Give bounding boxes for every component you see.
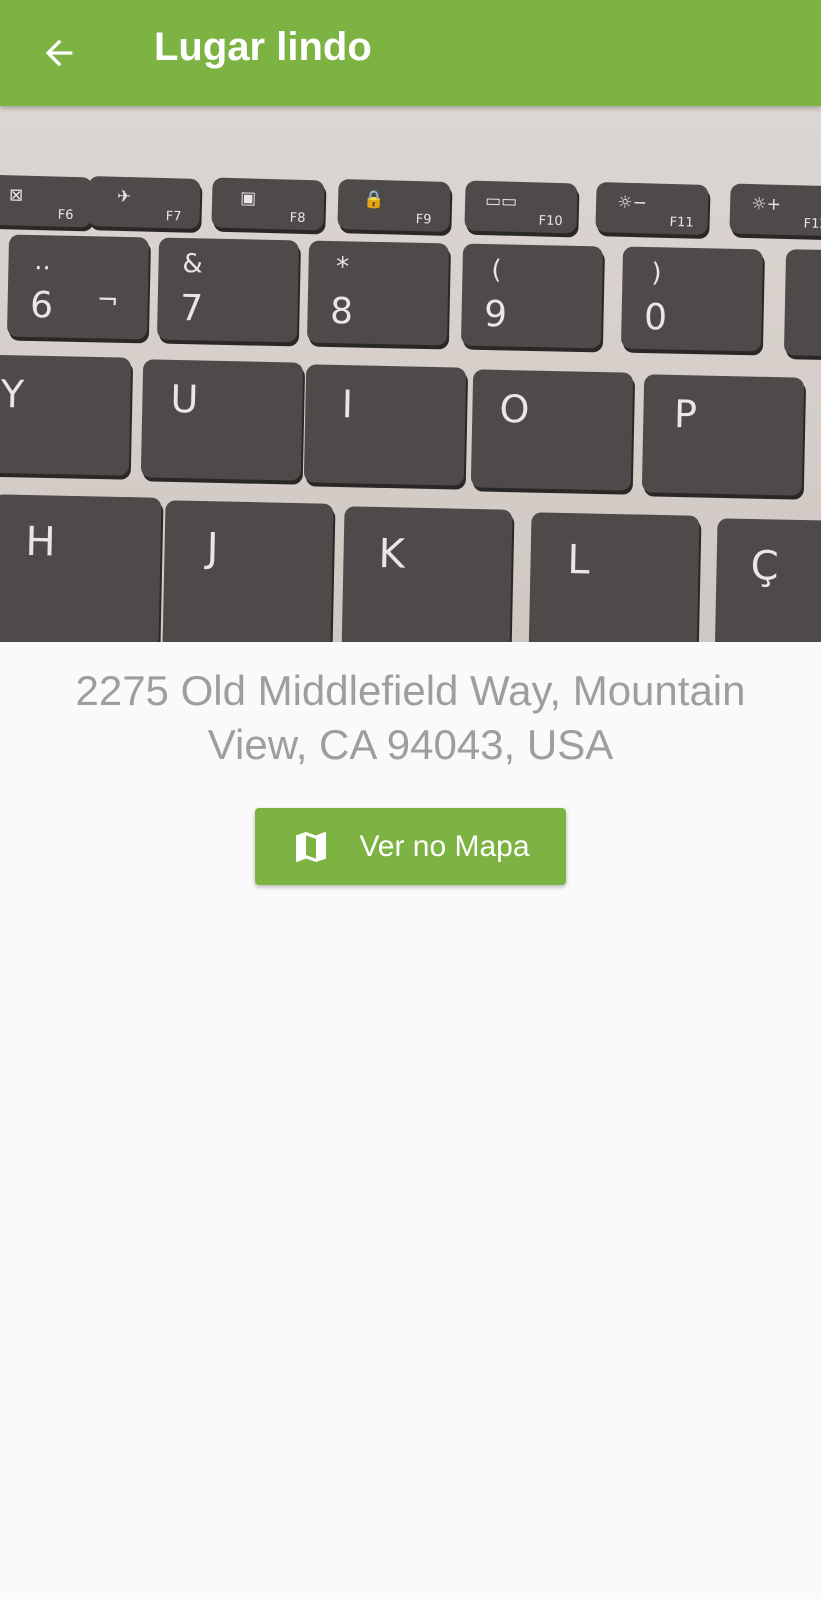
letter-key: U xyxy=(140,359,305,485)
map-icon xyxy=(291,827,331,867)
number-key-digit: 7 xyxy=(180,288,204,329)
page-title: Lugar lindo xyxy=(154,25,372,69)
fn-key: ▣ F8 xyxy=(211,177,327,235)
letter-key: I xyxy=(303,364,468,490)
fn-key-label: F6 xyxy=(58,208,74,223)
number-key-digit: 6 xyxy=(30,285,54,326)
letter-key-legend: Ç xyxy=(750,543,779,590)
letter-key: Ç xyxy=(714,518,821,642)
number-key-digit: 0 xyxy=(644,297,668,338)
app-bar: Lugar lindo xyxy=(0,0,821,106)
letter-key-legend: O xyxy=(499,387,530,432)
fn-key-glyph: ▣ xyxy=(240,188,257,208)
fn-key-label: F12 xyxy=(803,216,821,232)
letter-key: L xyxy=(528,512,702,642)
fn-key: 🔒 F9 xyxy=(337,179,453,236)
fn-key: ▭▭ F10 xyxy=(464,180,580,238)
fn-key-label: F7 xyxy=(166,209,182,224)
fn-key-label: F9 xyxy=(416,212,432,227)
letter-key-legend: I xyxy=(341,382,353,426)
letter-key-legend: H xyxy=(25,519,56,566)
letter-key: H xyxy=(0,494,164,642)
fn-key-glyph: ☼+ xyxy=(751,194,781,215)
fn-key: ⊠ F6 xyxy=(0,174,95,232)
number-key-symbol: * xyxy=(336,252,350,282)
fn-key-label: F11 xyxy=(669,215,693,231)
arrow-back-icon xyxy=(45,39,73,67)
fn-key: ☼+ F12 xyxy=(729,183,821,241)
fn-key-label: F8 xyxy=(290,211,306,226)
number-key-symbol: ( xyxy=(491,255,502,285)
keyboard-photo-image: ⊠F6✈F7▣F8🔒F9▭▭F10☼−F11☼+F12..6 ¬&7*8(9)0Y… xyxy=(0,106,821,642)
number-key-digit: 9 xyxy=(484,294,508,335)
number-key: )0 xyxy=(621,246,765,356)
number-key-alt: ¬ xyxy=(97,285,119,315)
letter-key: P xyxy=(641,374,806,500)
letter-key: J xyxy=(162,500,336,642)
number-key-symbol: ) xyxy=(651,258,662,288)
letter-key: O xyxy=(470,369,635,495)
letter-key-legend: U xyxy=(170,377,199,422)
number-key: .. 6 ¬ xyxy=(7,234,151,344)
number-key-edge xyxy=(784,249,821,361)
view-on-map-button[interactable]: Ver no Mapa xyxy=(255,808,566,885)
letter-key: K xyxy=(341,506,515,642)
back-button[interactable] xyxy=(26,20,92,86)
fn-key-glyph: ▭▭ xyxy=(485,191,518,212)
number-key: &7 xyxy=(157,237,301,347)
fn-key: ☼− F11 xyxy=(595,182,711,239)
place-address: 2275 Old Middlefield Way, Mountain View,… xyxy=(75,667,746,768)
fn-key-glyph: ✈ xyxy=(117,187,132,207)
fn-key: ✈ F7 xyxy=(87,176,203,233)
fn-key-label: F10 xyxy=(538,213,562,229)
number-key: *8 xyxy=(307,240,451,350)
letter-key-legend: P xyxy=(674,392,698,436)
fn-key-glyph: ☼− xyxy=(617,193,647,214)
letter-key: Y xyxy=(0,354,133,480)
fn-key-glyph: 🔒 xyxy=(363,190,385,211)
number-key-symbol: .. xyxy=(34,246,51,276)
letter-key-legend: Y xyxy=(0,372,25,417)
number-key-symbol: & xyxy=(182,249,203,279)
fn-key-glyph: ⊠ xyxy=(9,185,24,205)
view-on-map-label: Ver no Mapa xyxy=(359,829,530,863)
number-key: (9 xyxy=(461,243,605,353)
letter-key-legend: L xyxy=(567,537,591,583)
place-photo: ⊠ F6 ✈ F7 ▣ F8 🔒 F9 ▭▭ F10 ☼− F11 ☼+ F12.. 6 ¬ & 7 * 8(9) 0 Y… xyxy=(0,106,821,642)
letter-key-legend: K xyxy=(378,531,407,578)
number-key-digit: 8 xyxy=(330,291,354,332)
